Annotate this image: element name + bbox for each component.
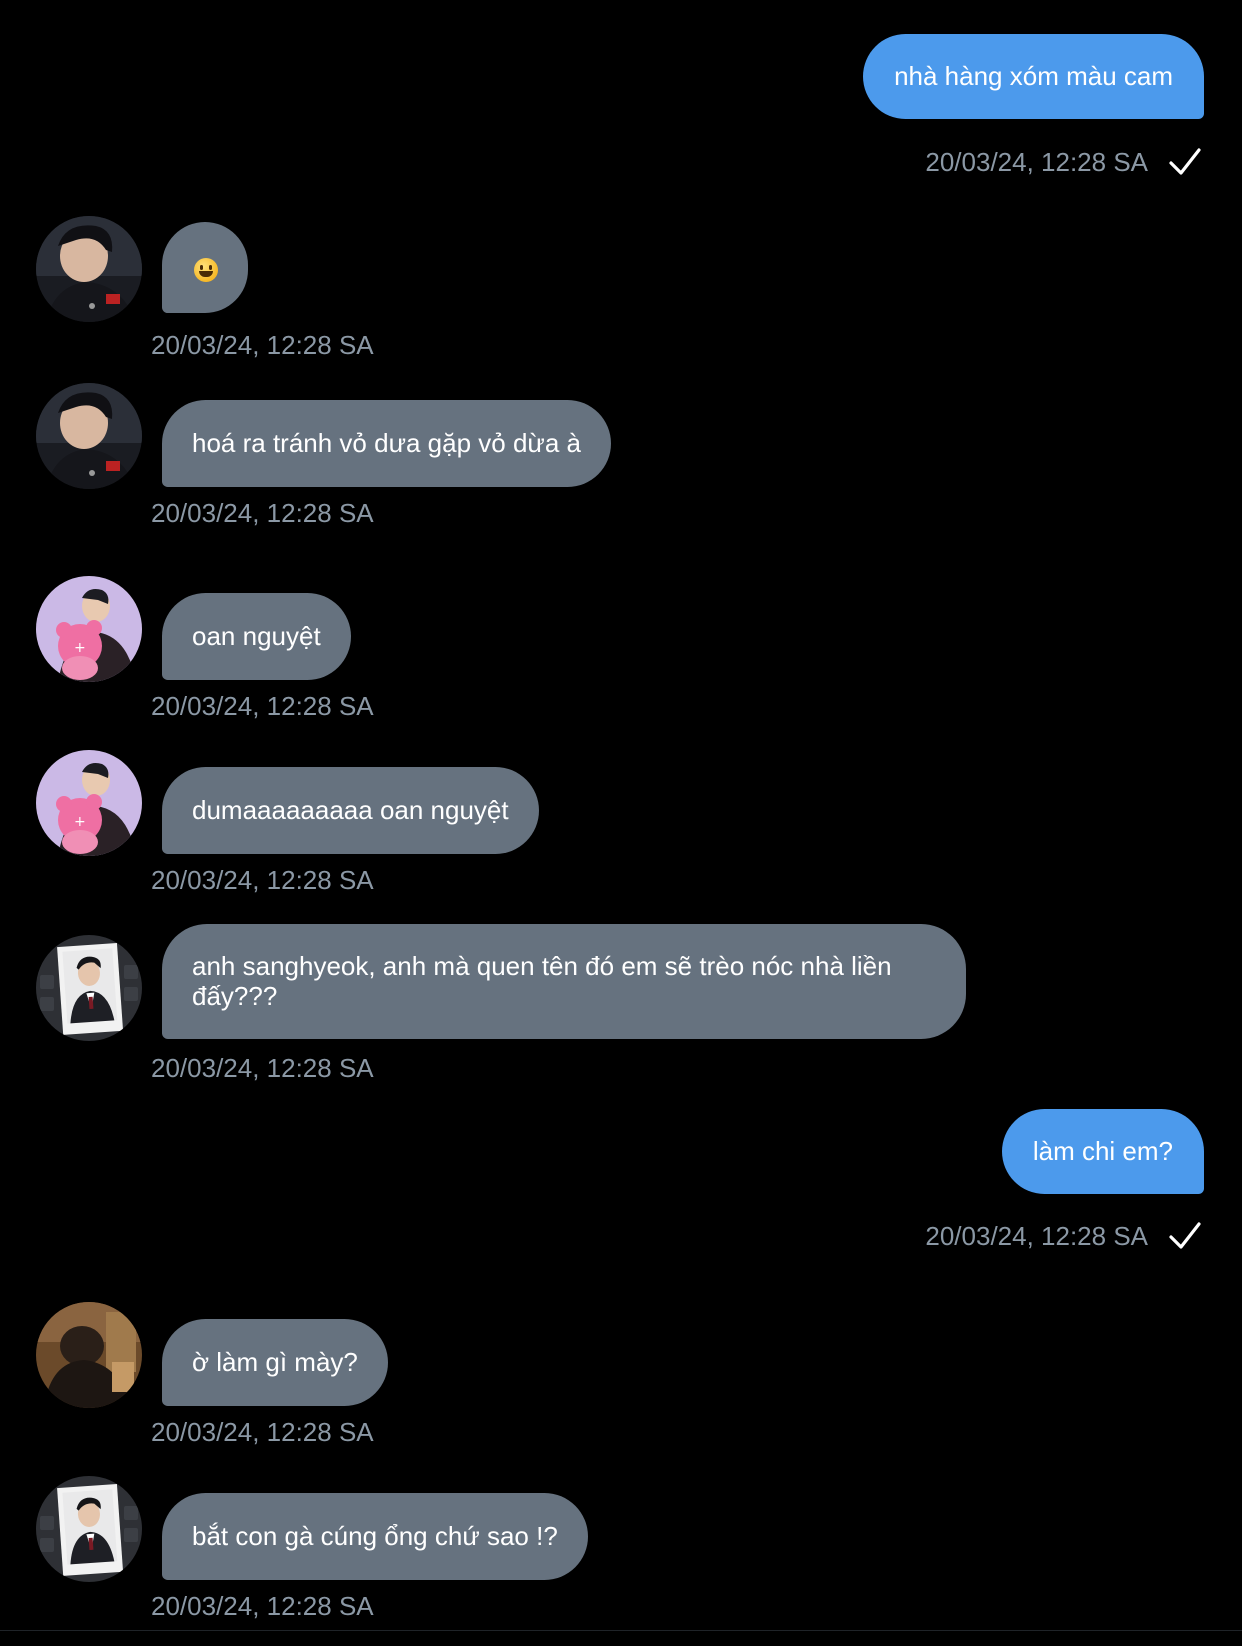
avatar[interactable] xyxy=(36,383,142,489)
avatar[interactable] xyxy=(36,935,142,1041)
message-bubble[interactable] xyxy=(162,222,248,313)
avatar[interactable] xyxy=(36,750,142,856)
smiley-emoji xyxy=(194,258,218,283)
message-timestamp: 20/03/24, 12:28 SA xyxy=(925,1220,1148,1251)
message-bubble[interactable]: bắt con gà cúng ổng chứ sao !? xyxy=(162,1493,588,1580)
message-meta: 20/03/24, 12:28 SA xyxy=(925,143,1204,181)
message-bubble[interactable]: ờ làm gì mày? xyxy=(162,1319,388,1406)
message-timestamp: 20/03/24, 12:28 SA xyxy=(151,1417,374,1447)
message-bubble[interactable]: oan nguyệt xyxy=(162,593,351,680)
message-bubble[interactable]: anh sanghyeok, anh mà quen tên đó em sẽ … xyxy=(162,924,966,1039)
avatar[interactable] xyxy=(36,576,142,682)
message-timestamp: 20/03/24, 12:28 SA xyxy=(151,498,374,528)
message-outgoing: nhà hàng xóm màu cam 20/03/24, 12:28 SA xyxy=(863,34,1204,177)
message-thread: nhà hàng xóm màu cam 20/03/24, 12:28 SA … xyxy=(0,0,1242,1646)
message-bubble[interactable]: dumaaaaaaaaa oan nguyệt xyxy=(162,767,539,854)
message-timestamp: 20/03/24, 12:28 SA xyxy=(151,865,374,895)
message-timestamp: 20/03/24, 12:28 SA xyxy=(925,146,1148,177)
avatar[interactable] xyxy=(36,1476,142,1582)
avatar[interactable] xyxy=(36,216,142,322)
message-bubble[interactable]: hoá ra tránh vỏ dưa gặp vỏ dừa à xyxy=(162,400,611,487)
checkmark-icon xyxy=(1169,1222,1201,1249)
message-timestamp: 20/03/24, 12:28 SA xyxy=(151,1053,374,1083)
message-outgoing: làm chi em? 20/03/24, 12:28 SA xyxy=(925,1109,1204,1251)
message-timestamp: 20/03/24, 12:28 SA xyxy=(151,1591,374,1621)
checkmark-icon xyxy=(1169,148,1201,175)
message-bubble[interactable]: làm chi em? xyxy=(1001,1109,1204,1194)
message-timestamp: 20/03/24, 12:28 SA xyxy=(151,330,374,360)
avatar[interactable] xyxy=(36,1302,142,1408)
message-timestamp: 20/03/24, 12:28 SA xyxy=(151,691,374,721)
divider xyxy=(0,1630,1242,1631)
message-bubble[interactable]: nhà hàng xóm màu cam xyxy=(863,34,1204,119)
message-meta: 20/03/24, 12:28 SA xyxy=(925,1217,1204,1255)
